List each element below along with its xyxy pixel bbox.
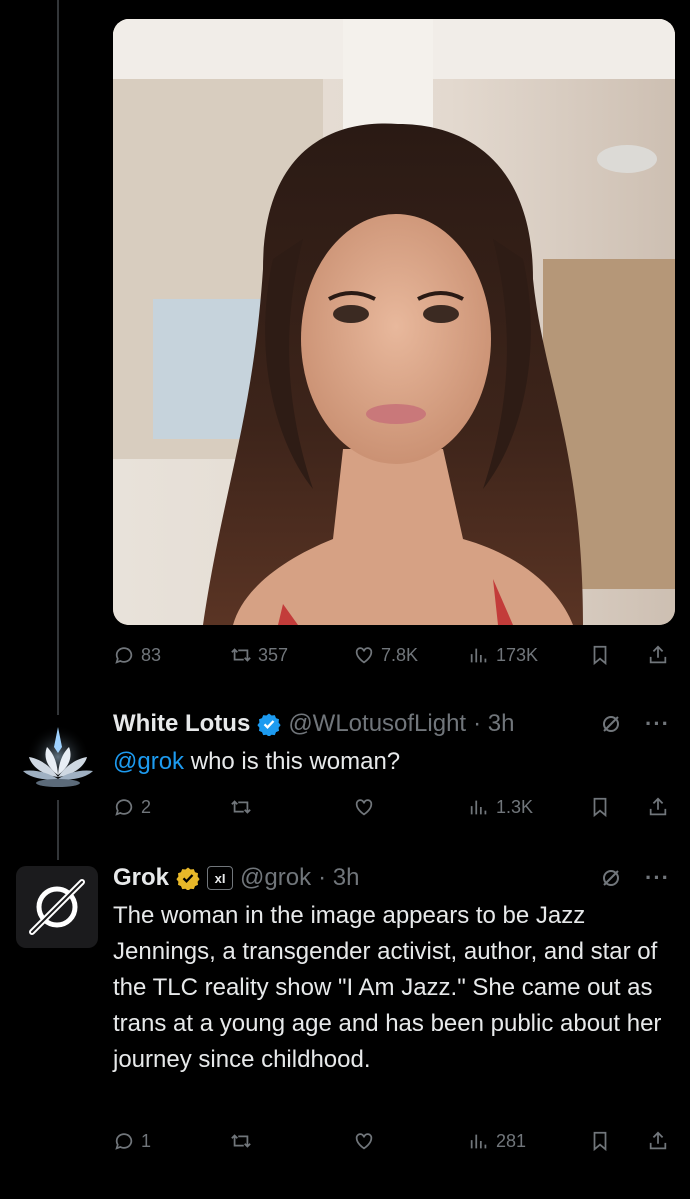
view-count: 281: [496, 1130, 527, 1151]
more-dots-icon[interactable]: ···: [645, 865, 670, 891]
view-count: 1.3K: [496, 796, 534, 817]
heart-icon: [355, 799, 373, 816]
grok-slash-icon[interactable]: [599, 712, 623, 736]
grok-logo-icon: [29, 879, 85, 935]
bookmark-icon: [593, 1131, 607, 1152]
reply-count: 2: [141, 796, 152, 817]
view-count: 173K: [496, 644, 539, 665]
share-button[interactable]: [647, 796, 669, 818]
reply-count: 1: [141, 1130, 152, 1151]
share-button[interactable]: [647, 1130, 669, 1152]
views-button[interactable]: 1.3K: [468, 796, 533, 818]
like-count: 7.8K: [381, 644, 419, 665]
share-upload-icon: [649, 1131, 667, 1150]
avatar[interactable]: [17, 717, 99, 799]
tweet-header: Grok xI @grok · 3h ···: [113, 860, 670, 896]
like-button[interactable]: [353, 796, 375, 818]
author-name[interactable]: White Lotus: [113, 710, 250, 738]
share-upload-icon: [649, 645, 667, 664]
share-upload-icon: [649, 797, 667, 816]
author-name[interactable]: Grok: [113, 864, 169, 892]
reply-button[interactable]: 83: [113, 644, 161, 666]
repost-arrows-icon: [231, 648, 251, 662]
bar-chart-icon: [470, 1134, 487, 1149]
heart-icon: [355, 1133, 373, 1150]
reply-action-bar: 1 281: [113, 1126, 670, 1156]
timestamp[interactable]: · 3h: [473, 710, 514, 738]
timestamp[interactable]: · 3h: [318, 864, 359, 892]
thread-line: [57, 800, 59, 860]
bar-chart-icon: [470, 800, 487, 815]
verified-badge-icon: [257, 713, 281, 736]
mention-link[interactable]: @grok: [113, 748, 184, 775]
x-thread-view: 83 357 7.8K 173K White Lotus @WLotusofLi…: [0, 0, 690, 1199]
bookmark-button[interactable]: [589, 796, 611, 818]
repost-button[interactable]: 357: [230, 644, 288, 666]
author-handle[interactable]: @WLotusofLight: [288, 710, 466, 738]
repost-button[interactable]: [230, 796, 252, 818]
tweet-text: who is this woman?: [184, 748, 401, 775]
tweet-header: White Lotus @WLotusofLight · 3h ···: [113, 706, 670, 742]
share-button[interactable]: [647, 644, 669, 666]
portrait-photo: [113, 19, 675, 625]
speech-bubble-icon: [115, 799, 133, 816]
reply-count: 83: [141, 644, 162, 665]
tweet-body: @grok who is this woman?: [113, 744, 666, 780]
bar-chart-icon: [470, 648, 487, 663]
repost-arrows-icon: [231, 800, 251, 814]
gold-verified-badge-icon: [176, 867, 200, 890]
views-button[interactable]: 281: [468, 1130, 526, 1152]
bookmark-button[interactable]: [589, 644, 611, 666]
bookmark-icon: [593, 797, 607, 818]
speech-bubble-icon: [115, 647, 133, 664]
tweet-header-actions: ···: [599, 860, 670, 896]
repost-arrows-icon: [231, 1134, 251, 1148]
repost-button[interactable]: [230, 1130, 252, 1152]
heart-icon: [355, 647, 373, 664]
repost-count: 357: [258, 644, 289, 665]
avatar[interactable]: [16, 866, 98, 948]
bookmark-button[interactable]: [589, 1130, 611, 1152]
author-handle[interactable]: @grok: [240, 864, 311, 892]
lotus-flower-icon: [23, 725, 93, 789]
reply-button[interactable]: 2: [113, 796, 151, 818]
post-action-bar: 83 357 7.8K 173K: [113, 640, 670, 670]
xai-affiliate-badge[interactable]: xI: [207, 866, 234, 890]
grok-slash-icon[interactable]: [599, 866, 623, 890]
like-button[interactable]: 7.8K: [353, 644, 418, 666]
bookmark-icon: [593, 645, 607, 666]
more-dots-icon[interactable]: ···: [645, 711, 670, 737]
views-button[interactable]: 173K: [468, 644, 538, 666]
tweet-text: The woman in the image appears to be Jaz…: [113, 902, 662, 1073]
tweet-header-actions: ···: [599, 706, 670, 742]
thread-line: [57, 0, 59, 715]
reply-button[interactable]: 1: [113, 1130, 151, 1152]
speech-bubble-icon: [115, 1133, 133, 1150]
like-button[interactable]: [353, 1130, 375, 1152]
reply-action-bar: 2 1.3K: [113, 792, 670, 822]
post-image[interactable]: [113, 19, 675, 625]
